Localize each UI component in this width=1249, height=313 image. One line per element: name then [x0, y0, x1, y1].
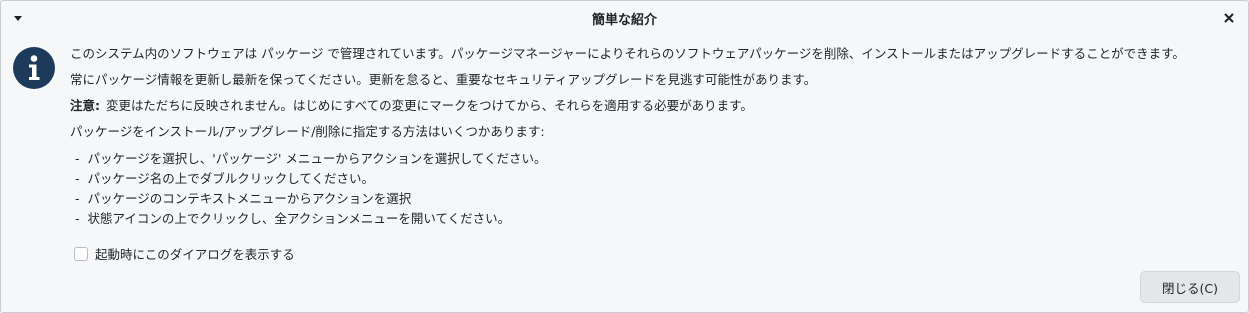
list-item: - パッケージのコンテキストメニューからアクションを選択: [70, 189, 1240, 209]
list-item: - パッケージを選択し、'パッケージ' メニューからアクションを選択してください。: [70, 149, 1240, 169]
note-paragraph: 注意: 変更はただちに反映されません。はじめにすべての変更にマークをつけてから、そ…: [70, 97, 1240, 115]
close-button[interactable]: 閉じる(C): [1140, 271, 1240, 303]
note-label: 注意:: [70, 98, 100, 113]
dialog-window: 簡単な紹介 このシステム内のソフトウェアは パッケージ で管理されています。パッ…: [0, 0, 1249, 313]
dialog-content: このシステム内のソフトウェアは パッケージ で管理されています。パッケージマネー…: [70, 45, 1240, 229]
list-item: - パッケージ名の上でダブルクリックしてください。: [70, 169, 1240, 189]
close-icon[interactable]: [1222, 11, 1236, 25]
note-text: 変更はただちに反映されません。はじめにすべての変更にマークをつけてから、それらを…: [106, 98, 753, 113]
list-item-text: パッケージを選択し、'パッケージ' メニューからアクションを選択してください。: [87, 151, 547, 166]
bullet-marker: -: [75, 171, 80, 186]
bullet-marker: -: [75, 211, 80, 226]
list-item-text: パッケージ名の上でダブルクリックしてください。: [87, 171, 375, 186]
dialog-title: 簡単な紹介: [591, 13, 657, 28]
info-icon: [13, 47, 55, 89]
title-bar: 簡単な紹介: [1, 1, 1248, 35]
list-item: - 状態アイコンの上でクリックし、全アクションメニューを開いてください。: [70, 209, 1240, 229]
list-item-text: パッケージのコンテキストメニューからアクションを選択: [87, 191, 412, 206]
intro-paragraph: このシステム内のソフトウェアは パッケージ で管理されています。パッケージマネー…: [70, 46, 1185, 61]
show-on-startup-row[interactable]: 起動時にこのダイアログを表示する: [74, 244, 295, 263]
update-paragraph: 常にパッケージ情報を更新し最新を保ってください。更新を怠ると、重要なセキュリティ…: [70, 72, 817, 87]
list-item-text: 状態アイコンの上でクリックし、全アクションメニューを開いてください。: [87, 211, 511, 226]
bullet-marker: -: [75, 151, 80, 166]
methods-list: - パッケージを選択し、'パッケージ' メニューからアクションを選択してください。…: [70, 149, 1240, 229]
chevron-down-icon[interactable]: [11, 13, 25, 23]
methods-paragraph: パッケージをインストール/アップグレード/削除に指定する方法はいくつかあります:: [70, 124, 545, 139]
show-on-startup-checkbox[interactable]: [74, 246, 88, 261]
show-on-startup-label[interactable]: 起動時にこのダイアログを表示する: [95, 244, 295, 263]
bullet-marker: -: [75, 191, 80, 206]
